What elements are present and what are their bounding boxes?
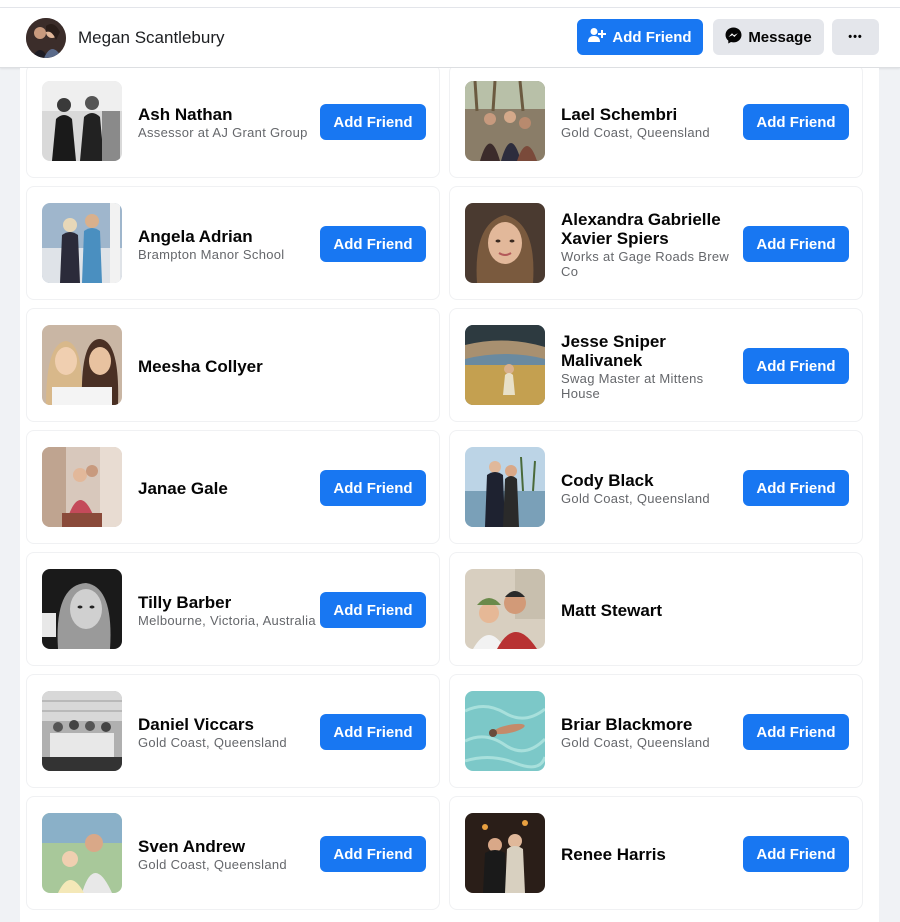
add-friend-button[interactable]: Add Friend bbox=[320, 470, 426, 506]
friend-photo[interactable] bbox=[42, 691, 122, 771]
friend-name[interactable]: Janae Gale bbox=[138, 479, 318, 498]
friend-photo[interactable] bbox=[42, 81, 122, 161]
friend-photo[interactable] bbox=[465, 691, 545, 771]
friend-photo[interactable] bbox=[42, 569, 122, 649]
friend-subtitle: Assessor at AJ Grant Group bbox=[138, 124, 308, 140]
friend-subtitle: Gold Coast, Queensland bbox=[561, 124, 710, 140]
friend-card: Alexandra Gabrielle Xavier Spiers Works … bbox=[449, 186, 863, 300]
friend-subtitle: Brampton Manor School bbox=[138, 246, 285, 262]
add-friend-button[interactable]: Add Friend bbox=[320, 592, 426, 628]
add-friend-button[interactable]: Add Friend bbox=[743, 226, 849, 262]
friend-subtitle: Gold Coast, Queensland bbox=[561, 734, 710, 750]
friend-name[interactable]: Renee Harris bbox=[561, 845, 741, 864]
friend-subtitle: Gold Coast, Queensland bbox=[138, 856, 287, 872]
friend-info: Cody Black Gold Coast, Queensland bbox=[561, 431, 741, 545]
friend-name[interactable]: Jesse Sniper Malivanek bbox=[561, 332, 741, 370]
top-bar bbox=[0, 0, 900, 8]
friend-name[interactable]: Meesha Collyer bbox=[138, 357, 318, 376]
friend-subtitle: Gold Coast, Queensland bbox=[561, 490, 710, 506]
friend-info: Alexandra Gabrielle Xavier Spiers Works … bbox=[561, 187, 741, 301]
friend-name[interactable]: Ash Nathan bbox=[138, 105, 318, 124]
friend-name[interactable]: Tilly Barber bbox=[138, 593, 318, 612]
friend-info: Janae Gale bbox=[138, 431, 318, 545]
message-label: Message bbox=[748, 28, 812, 46]
friend-name[interactable]: Alexandra Gabrielle Xavier Spiers bbox=[561, 210, 741, 248]
friend-name[interactable]: Daniel Viccars bbox=[138, 715, 318, 734]
profile-header: Megan Scantlebury Add Friend Message ••• bbox=[0, 8, 900, 68]
more-icon: ••• bbox=[848, 31, 863, 43]
friends-list-panel: Ash Nathan Assessor at AJ Grant Group Ad… bbox=[20, 68, 879, 922]
friend-photo[interactable] bbox=[42, 447, 122, 527]
profile-avatar[interactable] bbox=[26, 18, 66, 58]
friend-name[interactable]: Angela Adrian bbox=[138, 227, 318, 246]
friend-info: Angela Adrian Brampton Manor School bbox=[138, 187, 318, 301]
friend-info: Renee Harris bbox=[561, 797, 741, 911]
friend-name[interactable]: Briar Blackmore bbox=[561, 715, 741, 734]
friend-card: Jesse Sniper Malivanek Swag Master at Mi… bbox=[449, 308, 863, 422]
friend-card: Renee Harris Add Friend bbox=[449, 796, 863, 910]
friend-card: Angela Adrian Brampton Manor School Add … bbox=[26, 186, 440, 300]
friend-info: Sven Andrew Gold Coast, Queensland bbox=[138, 797, 318, 911]
friend-card: Lael Schembri Gold Coast, Queensland Add… bbox=[449, 68, 863, 178]
friend-name[interactable]: Sven Andrew bbox=[138, 837, 318, 856]
friend-info: Matt Stewart bbox=[561, 553, 741, 667]
friend-name[interactable]: Lael Schembri bbox=[561, 105, 741, 124]
friend-photo[interactable] bbox=[465, 813, 545, 893]
friend-card: Daniel Viccars Gold Coast, Queensland Ad… bbox=[26, 674, 440, 788]
add-friend-button[interactable]: Add Friend bbox=[743, 104, 849, 140]
add-friend-button[interactable]: Add Friend bbox=[320, 226, 426, 262]
friend-subtitle: Melbourne, Victoria, Australia bbox=[138, 612, 316, 628]
friend-card: Sven Andrew Gold Coast, Queensland Add F… bbox=[26, 796, 440, 910]
friend-info: Daniel Viccars Gold Coast, Queensland bbox=[138, 675, 318, 789]
add-friend-button[interactable]: Add Friend bbox=[743, 348, 849, 384]
friend-name[interactable]: Cody Black bbox=[561, 471, 741, 490]
friend-card: Matt Stewart bbox=[449, 552, 863, 666]
friend-photo[interactable] bbox=[465, 81, 545, 161]
add-friend-button[interactable]: Add Friend bbox=[743, 714, 849, 750]
friend-card: Janae Gale Add Friend bbox=[26, 430, 440, 544]
friend-photo[interactable] bbox=[42, 813, 122, 893]
profile-add-friend-label: Add Friend bbox=[612, 28, 692, 46]
friend-subtitle: Gold Coast, Queensland bbox=[138, 734, 287, 750]
add-friend-button[interactable]: Add Friend bbox=[320, 836, 426, 872]
message-button[interactable]: Message bbox=[713, 19, 824, 55]
profile-add-friend-button[interactable]: Add Friend bbox=[577, 19, 703, 55]
friend-info: Ash Nathan Assessor at AJ Grant Group bbox=[138, 68, 318, 179]
friend-photo[interactable] bbox=[42, 203, 122, 283]
friend-card: Tilly Barber Melbourne, Victoria, Austra… bbox=[26, 552, 440, 666]
add-friend-icon bbox=[588, 27, 607, 47]
friend-photo[interactable] bbox=[465, 203, 545, 283]
friend-card: Ash Nathan Assessor at AJ Grant Group Ad… bbox=[26, 68, 440, 178]
friend-info: Tilly Barber Melbourne, Victoria, Austra… bbox=[138, 553, 318, 667]
friend-info: Briar Blackmore Gold Coast, Queensland bbox=[561, 675, 741, 789]
friend-photo[interactable] bbox=[465, 447, 545, 527]
friend-card: Meesha Collyer bbox=[26, 308, 440, 422]
add-friend-button[interactable]: Add Friend bbox=[320, 104, 426, 140]
more-button[interactable]: ••• bbox=[832, 19, 879, 55]
messenger-icon bbox=[725, 27, 742, 48]
add-friend-button[interactable]: Add Friend bbox=[743, 470, 849, 506]
friend-subtitle: Swag Master at Mittens House bbox=[561, 370, 704, 401]
friend-info: Lael Schembri Gold Coast, Queensland bbox=[561, 68, 741, 179]
friend-name[interactable]: Matt Stewart bbox=[561, 601, 741, 620]
friend-photo[interactable] bbox=[465, 325, 545, 405]
friend-card: Briar Blackmore Gold Coast, Queensland A… bbox=[449, 674, 863, 788]
friend-photo[interactable] bbox=[465, 569, 545, 649]
friend-info: Jesse Sniper Malivanek Swag Master at Mi… bbox=[561, 309, 741, 423]
friend-card: Cody Black Gold Coast, Queensland Add Fr… bbox=[449, 430, 863, 544]
add-friend-button[interactable]: Add Friend bbox=[743, 836, 849, 872]
friend-info: Meesha Collyer bbox=[138, 309, 318, 423]
profile-name[interactable]: Megan Scantlebury bbox=[78, 28, 224, 48]
add-friend-button[interactable]: Add Friend bbox=[320, 714, 426, 750]
friend-photo[interactable] bbox=[42, 325, 122, 405]
friend-subtitle: Works at Gage Roads Brew Co bbox=[561, 248, 730, 279]
